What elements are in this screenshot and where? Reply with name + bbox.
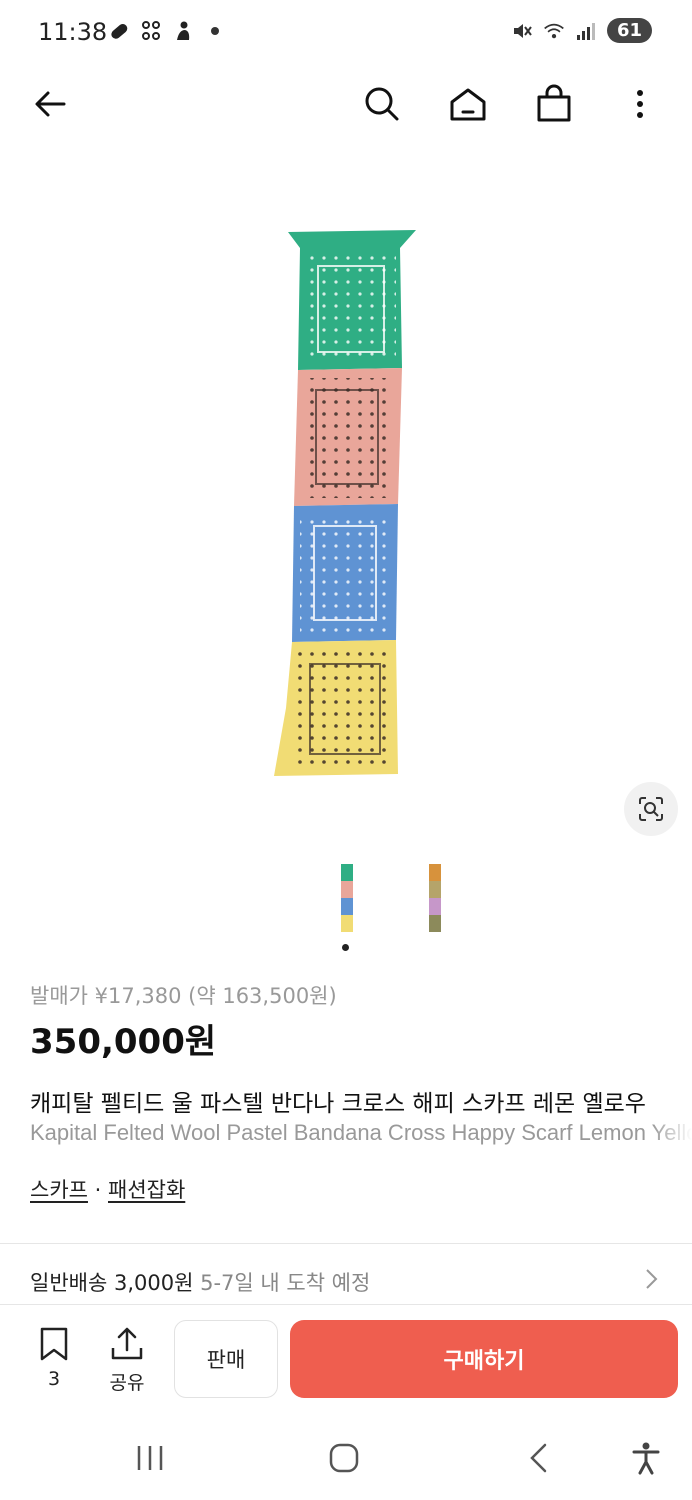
lens-icon	[639, 797, 663, 821]
back-button[interactable]	[26, 80, 74, 128]
share-icon	[111, 1327, 143, 1360]
back-chevron-icon	[530, 1443, 547, 1473]
title-fade	[652, 1078, 692, 1158]
price: 350,000원	[30, 1022, 217, 1062]
wifi-icon	[543, 20, 565, 42]
back-arrow-icon	[35, 91, 66, 117]
back-nav-button[interactable]	[514, 1436, 562, 1480]
shipping-info[interactable]: 일반배송 3,000원 5-7일 내 도착 예정	[30, 1267, 370, 1297]
chevron-right-icon[interactable]	[638, 1266, 664, 1296]
home-button[interactable]	[444, 80, 492, 128]
shopping-bag-button[interactable]	[530, 80, 578, 128]
status-time: 11:38	[38, 18, 108, 46]
product-image[interactable]	[270, 228, 420, 778]
accessibility-button[interactable]	[622, 1436, 670, 1480]
product-title-korean: 캐피탈 펠티드 울 파스텔 반다나 크로스 해피 스카프 레몬 옐로우	[30, 1091, 646, 1117]
category-link-scarf[interactable]: 스카프	[30, 1178, 88, 1202]
home-circle-icon	[329, 1443, 359, 1473]
status-right-icons: 61	[511, 18, 652, 43]
pill-icon	[108, 20, 130, 42]
home-icon	[450, 88, 486, 121]
thumbnail-2[interactable]	[426, 864, 444, 936]
share-button[interactable]: 공유	[102, 1326, 152, 1396]
category-separator: ·	[87, 1178, 108, 1202]
signal-icon	[575, 20, 597, 42]
grid-icon	[140, 20, 162, 42]
release-price: 발매가 ¥17,380 (약 163,500원)	[30, 984, 337, 1008]
mute-icon	[511, 20, 533, 42]
dot-icon	[204, 20, 226, 42]
image-search-button[interactable]	[624, 782, 678, 836]
search-icon	[365, 87, 399, 121]
sell-button[interactable]: 판매	[174, 1320, 278, 1398]
shipping-eta: 5-7일 내 도착 예정	[193, 1271, 371, 1295]
divider	[0, 1304, 692, 1305]
status-left-icons	[108, 20, 226, 42]
divider	[0, 1243, 692, 1244]
bookmark-icon	[40, 1327, 68, 1361]
home-nav-button[interactable]	[320, 1436, 368, 1480]
shipping-main: 일반배송 3,000원	[30, 1271, 194, 1295]
accessibility-icon	[632, 1442, 660, 1475]
bookmark-button[interactable]: 3	[30, 1326, 78, 1396]
thumbnail-1[interactable]	[338, 864, 356, 936]
buy-button[interactable]: 구매하기	[290, 1320, 678, 1398]
battery-indicator: 61	[606, 18, 652, 43]
recent-apps-icon	[137, 1446, 163, 1470]
product-title-english: Kapital Felted Wool Pastel Bandana Cross…	[30, 1120, 692, 1145]
carousel-indicator	[342, 944, 349, 951]
category-link-accessories[interactable]: 패션잡화	[108, 1178, 185, 1202]
recent-apps-button[interactable]	[126, 1436, 174, 1480]
search-button[interactable]	[358, 80, 406, 128]
more-vertical-icon	[637, 90, 643, 118]
more-button[interactable]	[616, 80, 664, 128]
bookmark-count: 3	[47, 1368, 61, 1390]
share-label: 공유	[109, 1372, 145, 1394]
category-breadcrumb: 스카프 · 패션잡화	[30, 1174, 185, 1204]
person-icon	[172, 20, 194, 42]
shopping-bag-icon	[537, 84, 571, 122]
